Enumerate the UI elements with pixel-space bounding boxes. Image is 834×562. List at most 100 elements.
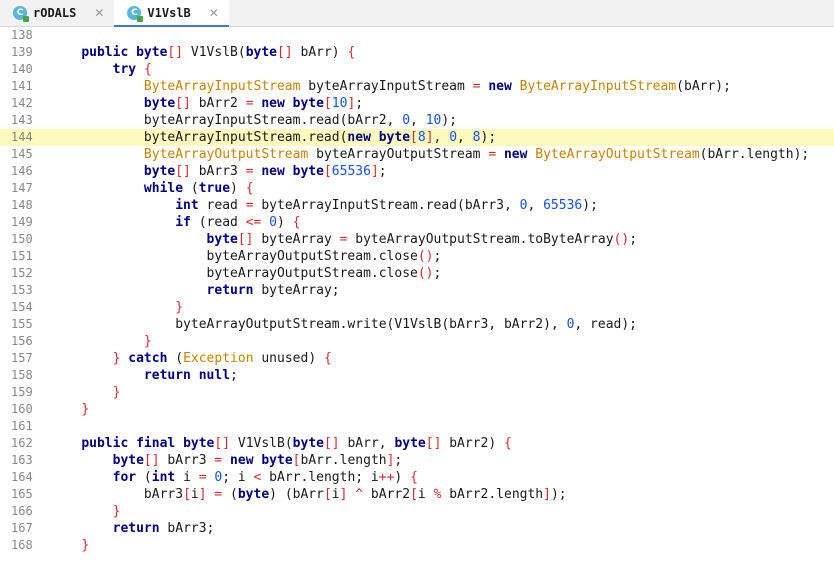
code-line[interactable]: 156 } — [0, 333, 834, 350]
code-line[interactable]: 143 byteArrayInputStream.read(bArr2, 0, … — [0, 112, 834, 129]
line-number: 142 — [11, 96, 33, 110]
code-line[interactable]: 138 — [0, 27, 834, 44]
tab-label: V1VslB — [147, 6, 191, 20]
code-text: byte[] byteArray = byteArrayOutputStream… — [206, 232, 638, 247]
line-number: 160 — [11, 402, 33, 416]
code-line[interactable]: 142 byte[] bArr2 = new byte[10]; — [0, 95, 834, 112]
code-line[interactable]: 139 public byte[] V1VslB(byte[] bArr) { — [0, 44, 834, 61]
editor-tab-bar: C rODALS ✕ C V1VslB ✕ — [0, 0, 834, 27]
code-text: } — [112, 504, 121, 519]
code-line[interactable]: 165 bArr3[i] = (byte) (bArr[i] ^ bArr2[i… — [0, 486, 834, 503]
class-icon: C — [13, 6, 29, 22]
code-text: byteArrayOutputStream.write(V1VslB(bArr3… — [50, 317, 638, 332]
code-text: ByteArrayOutputStream byteArrayOutputStr… — [143, 147, 810, 162]
line-number: 152 — [11, 266, 33, 280]
code-line[interactable]: 145 ByteArrayOutputStream byteArrayOutpu… — [0, 146, 834, 163]
code-text: byte[] bArr3 = new byte[bArr.length]; — [112, 453, 403, 468]
tab-label: rODALS — [33, 6, 77, 20]
code-text: return byteArray; — [206, 283, 340, 298]
code-line[interactable]: 167 return bArr3; — [0, 520, 834, 537]
code-line[interactable]: 164 for (int i = 0; i < bArr.length; i++… — [0, 469, 834, 486]
line-number: 147 — [11, 181, 33, 195]
code-text: while (true) { — [143, 181, 254, 196]
code-text: } — [112, 385, 121, 400]
close-icon[interactable]: ✕ — [94, 6, 104, 20]
code-text: } — [81, 402, 90, 417]
code-line[interactable]: 166 } — [0, 503, 834, 520]
code-line[interactable]: 147 while (true) { — [0, 180, 834, 197]
line-number: 155 — [11, 317, 33, 331]
code-text: return null; — [143, 368, 238, 383]
code-text: for (int i = 0; i < bArr.length; i++) { — [112, 470, 418, 485]
code-text: public final byte[] V1VslB(byte[] bArr, … — [81, 436, 512, 451]
code-line[interactable]: 149 if (read <= 0) { — [0, 214, 834, 231]
line-number: 144 — [11, 130, 33, 144]
line-number: 148 — [11, 198, 33, 212]
code-line[interactable]: 160 } — [0, 401, 834, 418]
line-number: 162 — [11, 436, 33, 450]
code-text: } — [175, 300, 184, 315]
code-editor[interactable]: 138 139 public byte[] V1VslB(byte[] bArr)… — [0, 27, 834, 562]
code-text: return bArr3; — [112, 521, 215, 536]
line-number: 166 — [11, 504, 33, 518]
line-number: 165 — [11, 487, 33, 501]
code-line[interactable]: 168 } — [0, 537, 834, 554]
code-line[interactable]: 141 ByteArrayInputStream byteArrayInputS… — [0, 78, 834, 95]
line-number: 158 — [11, 368, 33, 382]
code-line[interactable]: 152 byteArrayOutputStream.close(); — [0, 265, 834, 282]
line-number: 168 — [11, 538, 33, 552]
close-icon[interactable]: ✕ — [209, 6, 219, 20]
code-line[interactable]: 154 } — [0, 299, 834, 316]
line-number: 145 — [11, 147, 33, 161]
code-text: } — [143, 334, 152, 349]
code-line[interactable]: 150 byte[] byteArray = byteArrayOutputSt… — [0, 231, 834, 248]
line-number: 151 — [11, 249, 33, 263]
code-line[interactable]: 157 } catch (Exception unused) { — [0, 350, 834, 367]
code-line[interactable]: 159 } — [0, 384, 834, 401]
tab-rodals[interactable]: C rODALS ✕ — [0, 0, 114, 26]
code-line[interactable]: 146 byte[] bArr3 = new byte[65536]; — [0, 163, 834, 180]
code-text: try { — [112, 62, 152, 77]
code-text: byteArrayInputStream.read(bArr2, 0, 10); — [50, 113, 457, 128]
line-number: 139 — [11, 45, 33, 59]
code-line[interactable]: 155 byteArrayOutputStream.write(V1VslB(b… — [0, 316, 834, 333]
line-number: 149 — [11, 215, 33, 229]
class-icon: C — [127, 6, 144, 22]
line-number: 141 — [11, 79, 33, 93]
code-text: int read = byteArrayInputStream.read(bAr… — [175, 198, 598, 213]
line-number: 140 — [11, 62, 33, 76]
line-number: 154 — [11, 300, 33, 314]
code-text: byte[] bArr3 = new byte[65536]; — [143, 164, 387, 179]
code-line[interactable]: 162 public final byte[] V1VslB(byte[] bA… — [0, 435, 834, 452]
code-text: } catch (Exception unused) { — [112, 351, 332, 366]
line-number: 156 — [11, 334, 33, 348]
code-line[interactable]: 161 — [0, 418, 834, 435]
code-line[interactable]: 144 byteArrayInputStream.read(new byte[8… — [0, 129, 834, 146]
tab-v1vslb[interactable]: C V1VslB ✕ — [114, 0, 230, 27]
line-number: 161 — [11, 419, 33, 433]
line-number: 153 — [11, 283, 33, 297]
line-number: 164 — [11, 470, 33, 484]
line-number: 167 — [11, 521, 33, 535]
line-number: 159 — [11, 385, 33, 399]
code-text: ByteArrayInputStream byteArrayInputStrea… — [143, 79, 731, 94]
code-text: byteArrayInputStream.read(new byte[8], 0… — [50, 130, 497, 145]
code-line[interactable]: 163 byte[] bArr3 = new byte[bArr.length]… — [0, 452, 834, 469]
line-number: 150 — [11, 232, 33, 246]
code-text: if (read <= 0) { — [175, 215, 301, 230]
code-line[interactable]: 158 return null; — [0, 367, 834, 384]
code-text: byteArrayOutputStream.close(); — [50, 249, 442, 264]
code-text: byteArrayOutputStream.close(); — [50, 266, 442, 281]
code-line[interactable]: 151 byteArrayOutputStream.close(); — [0, 248, 834, 265]
line-number: 143 — [11, 113, 33, 127]
line-number: 163 — [11, 453, 33, 467]
code-text: byte[] bArr2 = new byte[10]; — [143, 96, 364, 111]
code-line[interactable]: 140 try { — [0, 61, 834, 78]
line-number: 138 — [11, 28, 33, 42]
code-line[interactable]: 148 int read = byteArrayInputStream.read… — [0, 197, 834, 214]
code-line[interactable]: 153 return byteArray; — [0, 282, 834, 299]
line-number: 157 — [11, 351, 33, 365]
code-text: } — [81, 538, 90, 553]
